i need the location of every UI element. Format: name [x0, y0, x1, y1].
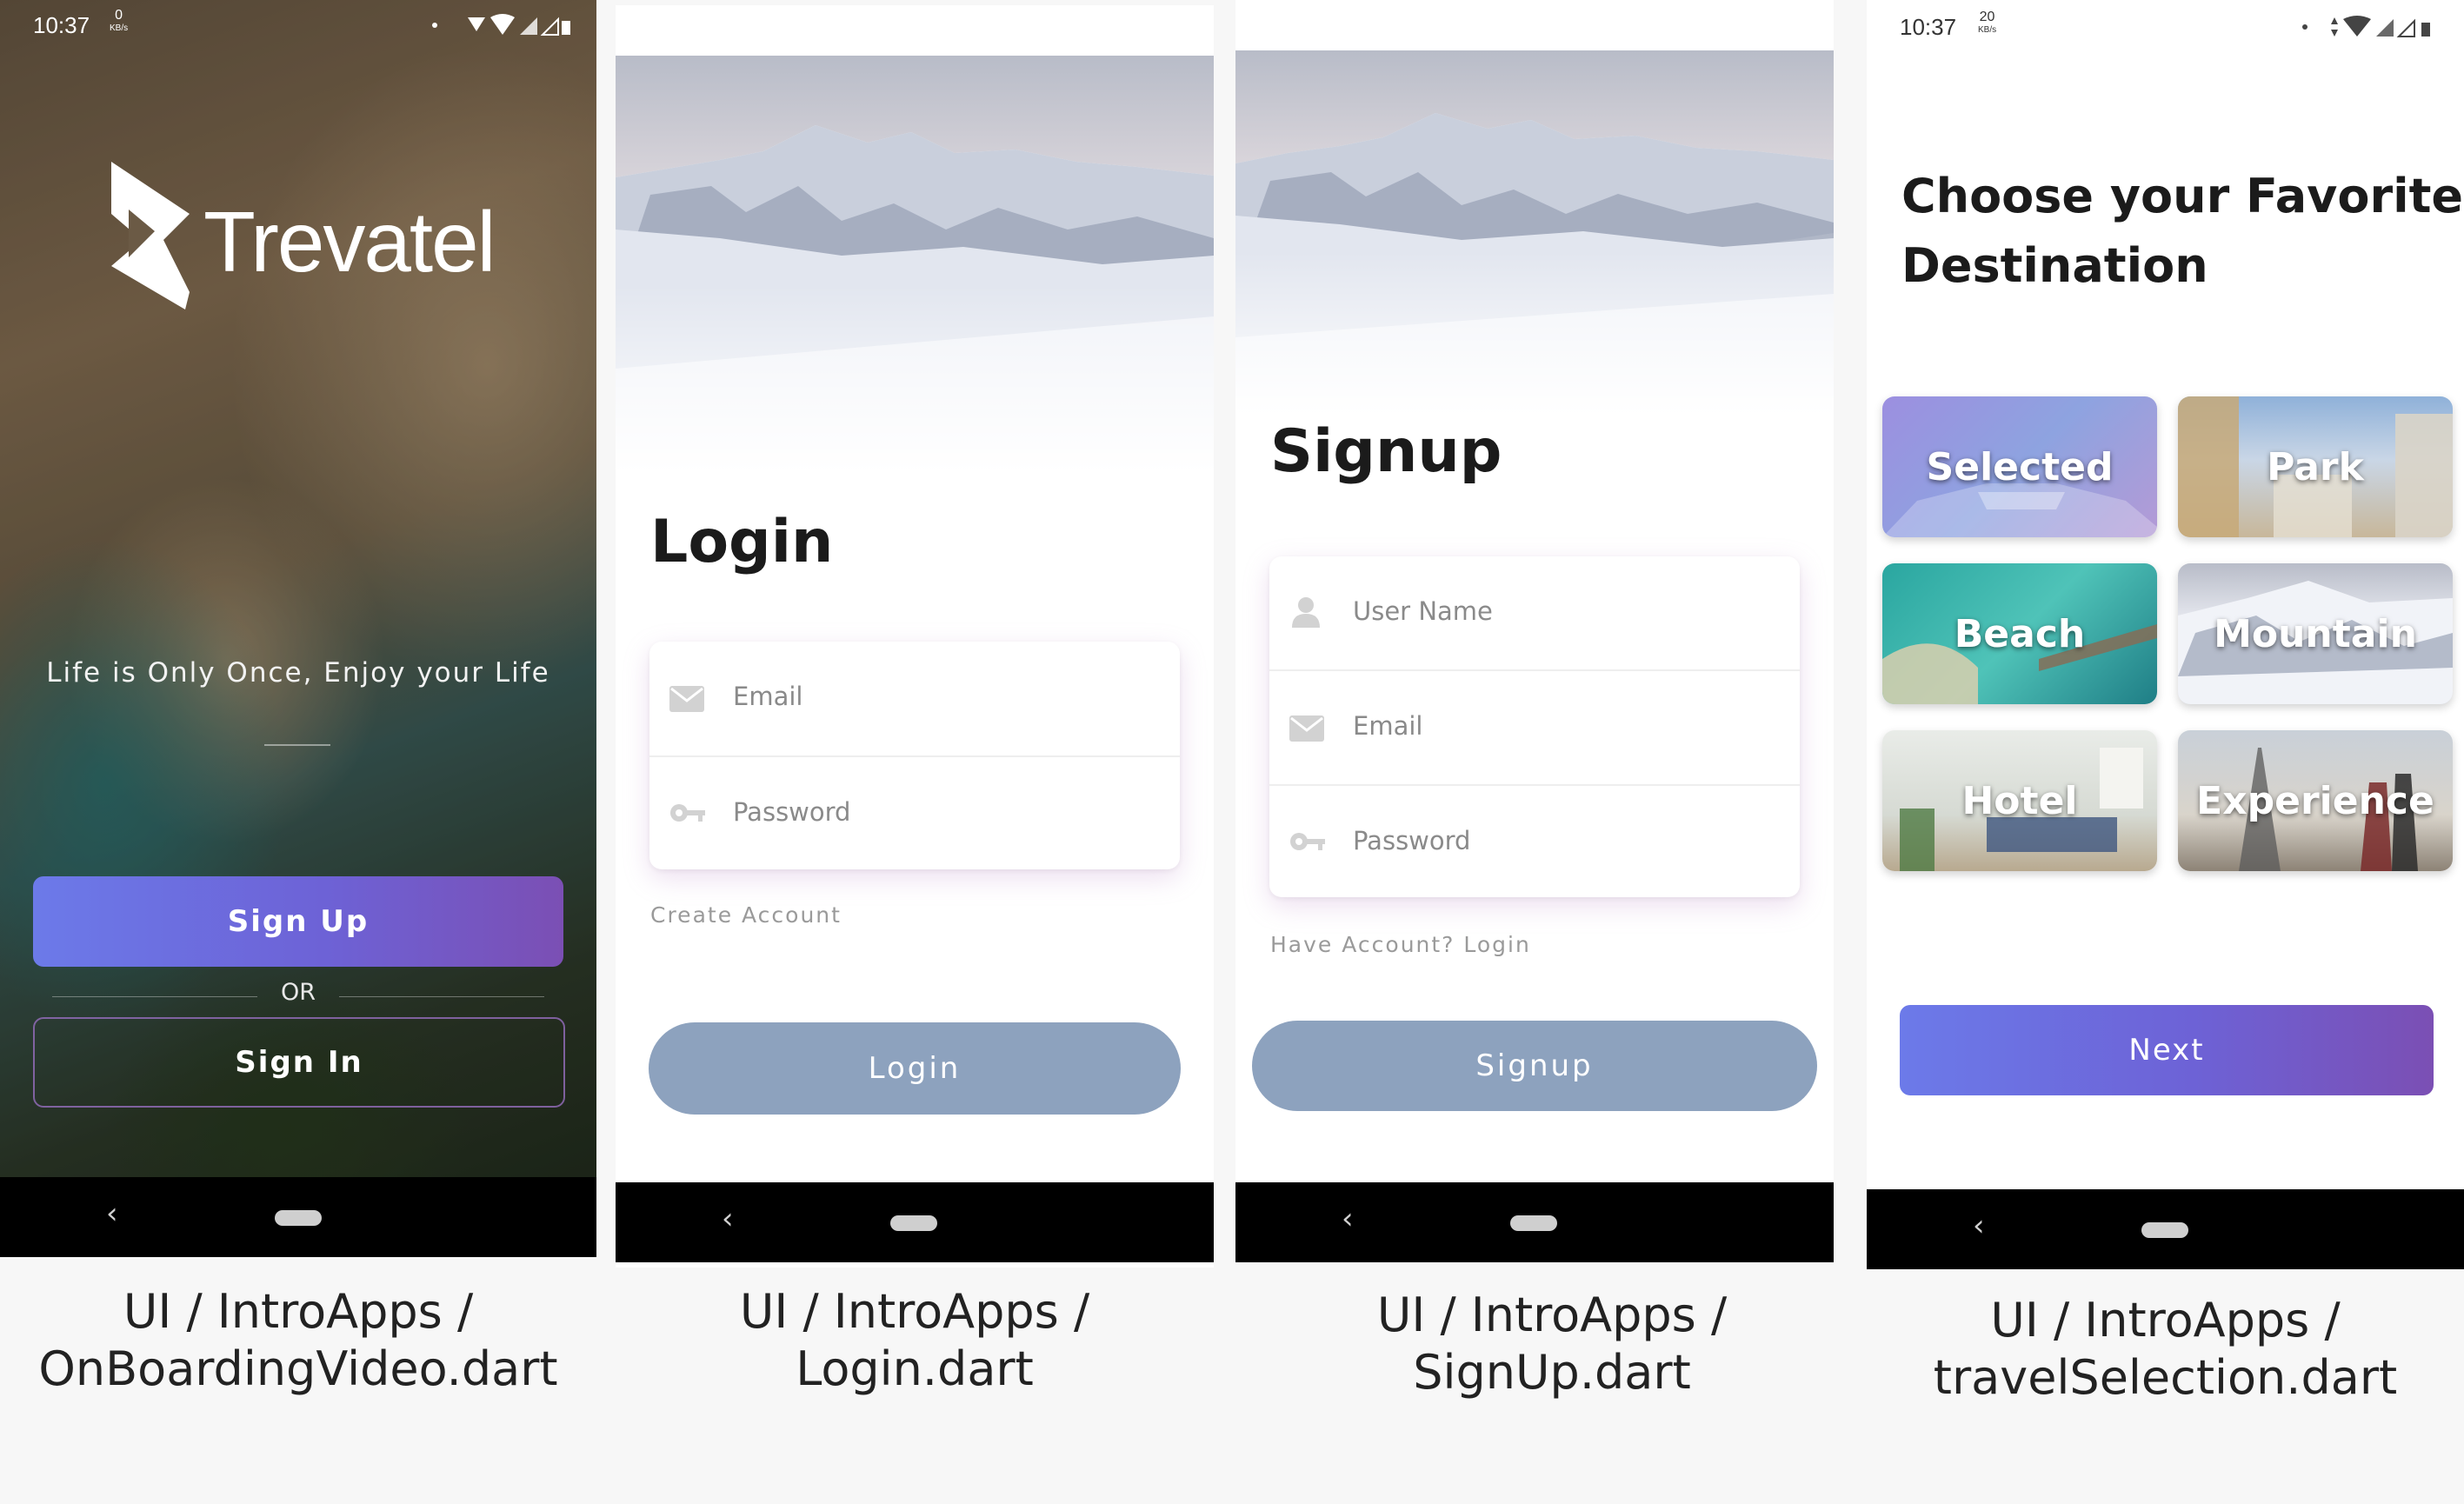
back-icon[interactable]: ‹ — [1342, 1201, 1354, 1236]
create-account-link[interactable]: Create Account — [650, 902, 842, 928]
onboarding-screen: 10:37 0 KB/s Trevatel Life is Only Once,… — [0, 0, 596, 1257]
signup-button[interactable]: Signup — [1252, 1021, 1817, 1111]
caption-onboarding: UI / IntroApps / OnBoardingVideo.dart — [38, 1284, 558, 1396]
password-field[interactable]: Password — [1269, 786, 1800, 897]
signup-form-card: User Name Email Password — [1269, 556, 1800, 897]
home-pill-icon[interactable] — [890, 1215, 937, 1231]
email-input[interactable]: Email — [1353, 711, 1422, 741]
next-button[interactable]: Next — [1900, 1005, 2434, 1095]
mail-icon — [669, 686, 704, 712]
divider — [264, 744, 330, 746]
tile-experience[interactable]: Experience — [2178, 730, 2453, 871]
tile-label: Mountain — [2214, 611, 2417, 656]
navigation-bar: ‹ — [1867, 1189, 2464, 1269]
navigation-bar: ‹ — [0, 1177, 596, 1257]
home-pill-icon[interactable] — [1510, 1215, 1557, 1231]
signup-screen: Signup User Name Email Password Have Acc… — [1235, 0, 1834, 1262]
brand-name: Trevatel — [203, 194, 496, 289]
navigation-bar: ‹ — [616, 1182, 1214, 1262]
username-input[interactable]: User Name — [1353, 596, 1493, 626]
caption-login: UI / IntroApps / Login.dart — [739, 1284, 1090, 1396]
back-icon[interactable]: ‹ — [722, 1201, 734, 1236]
header-image — [616, 56, 1214, 473]
back-icon[interactable]: ‹ — [106, 1196, 118, 1231]
tile-label: Hotel — [1961, 778, 2078, 823]
caption-travel-selection: UI / IntroApps / travelSelection.dart — [1933, 1293, 2398, 1405]
email-field[interactable]: Email — [1269, 671, 1800, 784]
have-account-login-link[interactable]: Have Account? Login — [1270, 932, 1531, 957]
email-field[interactable]: Email — [649, 642, 1180, 755]
tile-park[interactable]: Park — [2178, 396, 2453, 537]
sign-up-button[interactable]: Sign Up — [33, 876, 563, 967]
status-icons — [2302, 16, 2430, 37]
password-input[interactable]: Password — [1353, 826, 1470, 855]
back-icon[interactable]: ‹ — [1973, 1208, 1985, 1243]
tile-label: Selected — [1926, 444, 2114, 489]
login-screen: Login Email Password Create Account Logi… — [616, 5, 1214, 1268]
password-field[interactable]: Password — [649, 757, 1180, 869]
sign-in-button[interactable]: Sign In — [33, 1017, 565, 1108]
key-icon — [1290, 833, 1325, 850]
login-button[interactable]: Login — [649, 1022, 1181, 1115]
tile-label: Experience — [2196, 778, 2434, 823]
tile-beach[interactable]: Beach — [1882, 563, 2157, 704]
key-icon — [670, 804, 705, 822]
home-pill-icon[interactable] — [2141, 1222, 2188, 1238]
tile-selected[interactable]: Selected — [1882, 396, 2157, 537]
login-form-card: Email Password — [649, 642, 1180, 869]
username-field[interactable]: User Name — [1269, 556, 1800, 669]
email-input[interactable]: Email — [733, 682, 802, 711]
caption-signup: UI / IntroApps / SignUp.dart — [1376, 1288, 1728, 1400]
navigation-bar: ‹ — [1235, 1182, 1834, 1262]
travel-selection-screen: 10:37 20 KB/s Choose your Favorite Desti… — [1867, 0, 2464, 1269]
trevatel-logo-icon — [111, 162, 190, 309]
status-time: 10:37 — [33, 12, 90, 38]
tagline: Life is Only Once, Enjoy your Life — [46, 657, 550, 689]
header-image — [1235, 50, 1834, 416]
home-pill-icon[interactable] — [275, 1210, 322, 1226]
page-title: Signup — [1270, 417, 1502, 486]
network-speed: 0 KB/s — [110, 8, 129, 34]
tile-mountain[interactable]: Mountain — [2178, 563, 2453, 704]
tile-hotel[interactable]: Hotel — [1882, 730, 2157, 871]
password-input[interactable]: Password — [733, 797, 850, 827]
user-icon — [1292, 597, 1320, 628]
tile-label: Beach — [1954, 611, 2086, 656]
status-time: 10:37 — [1900, 14, 1957, 40]
page-title: Login — [650, 508, 834, 576]
status-icons — [432, 14, 570, 36]
network-speed: 20 KB/s — [1978, 10, 1997, 36]
page-title: Choose your Favorite Destination — [1901, 169, 2464, 293]
tile-label: Park — [2267, 444, 2364, 489]
or-separator: OR — [280, 979, 316, 1006]
mail-icon — [1289, 715, 1324, 742]
